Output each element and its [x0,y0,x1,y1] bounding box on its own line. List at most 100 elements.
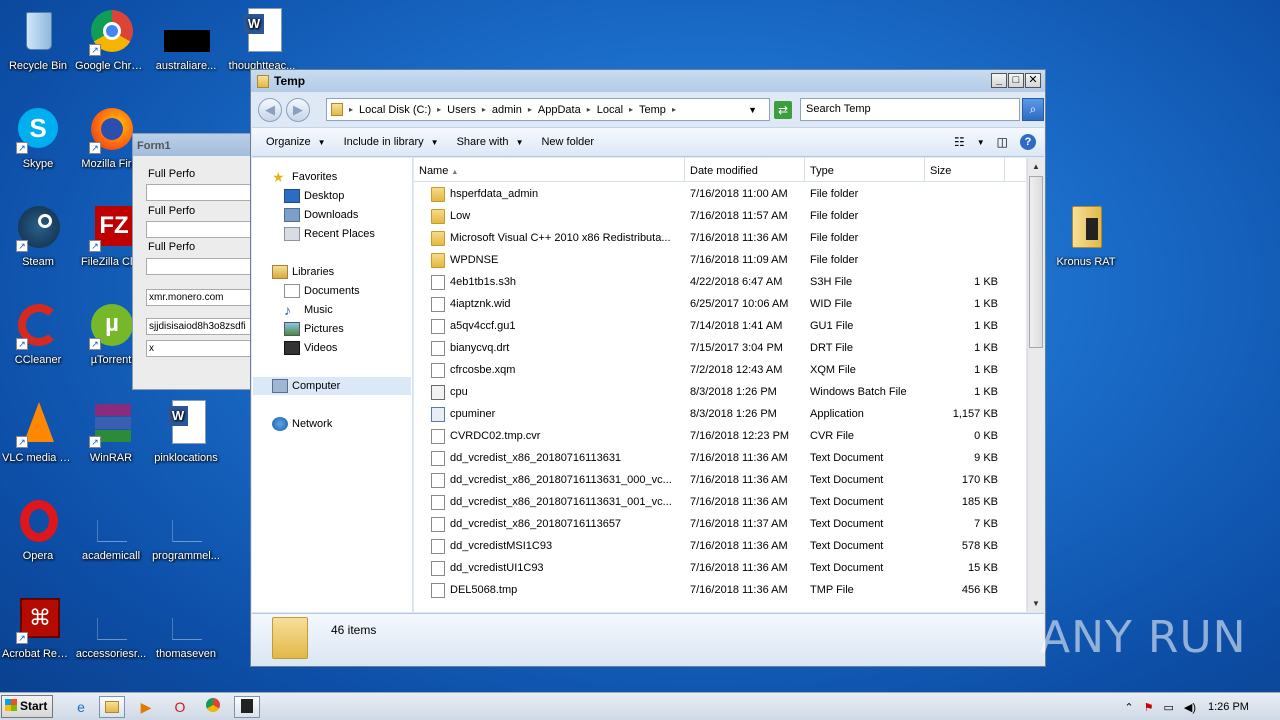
form1-wallet-input[interactable] [146,318,252,335]
address-dropdown-icon[interactable]: ▼ [748,105,757,115]
desktop-icon-kronus-rat[interactable]: Kronus RAT [1048,204,1124,269]
desktop-icon-steam[interactable]: ↗ Steam [0,204,76,269]
view-options-icon[interactable]: ☷ [954,135,965,149]
desktop-icon-chrome[interactable]: ↗ Google Chrome [73,8,149,73]
file-row[interactable]: cpuminer 8/3/2018 1:26 PM Application 1,157… [414,404,1026,426]
opera-taskbar-icon[interactable]: O [167,696,193,718]
scroll-up-icon[interactable]: ▲ [1028,158,1044,175]
file-row[interactable]: dd_vcredist_x86_20180716113631_001_vc...… [414,492,1026,514]
chrome-taskbar-icon[interactable] [200,696,226,718]
nav-desktop[interactable]: Desktop [284,189,344,203]
file-row[interactable]: CVRDC02.tmp.cvr 7/16/2018 12:23 PM CVR Fil… [414,426,1026,448]
file-row[interactable]: Microsoft Visual C++ 2010 x86 Redistribu… [414,228,1026,250]
chevron-right-icon[interactable]: ▸ [349,105,353,114]
file-row[interactable]: dd_vcredistUI1C93 7/16/2018 11:36 AM Text … [414,558,1026,580]
form1-pool-input[interactable] [146,289,252,306]
chevron-right-icon[interactable]: ▸ [482,105,486,114]
desktop-icon-pinklocations[interactable]: W pinklocations [148,400,224,465]
kronus-rat-taskbar-icon[interactable] [234,696,260,718]
organize-button[interactable]: Organize ▼ [266,136,326,148]
desktop-icon-ccleaner[interactable]: ↗ CCleaner [0,302,76,367]
back-button[interactable]: ◀ [258,98,282,122]
show-hidden-icons-icon[interactable]: ⌃ [1124,701,1133,714]
preview-pane-icon[interactable]: ◫ [997,135,1008,149]
chevron-right-icon[interactable]: ▸ [528,105,532,114]
desktop-icon-vlc[interactable]: ↗ VLC media player [0,400,76,465]
file-row[interactable]: WPDNSE 7/16/2018 11:09 AM File folder [414,250,1026,272]
share-with-button[interactable]: Share with ▼ [457,136,524,148]
column-type[interactable]: Type [805,158,925,182]
nav-network[interactable]: Network [272,417,332,431]
breadcrumb-admin[interactable]: admin [492,104,522,116]
file-row[interactable]: bianycvq.drt 7/15/2017 3:04 PM DRT File 1 K… [414,338,1026,360]
desktop-icon-opera[interactable]: Opera [0,498,76,563]
forward-button[interactable]: ▶ [286,98,310,122]
desktop-icon-winrar[interactable]: ↗ WinRAR [73,400,149,465]
chevron-right-icon[interactable]: ▸ [587,105,591,114]
file-row[interactable]: DEL5068.tmp 7/16/2018 11:36 AM TMP File 456… [414,580,1026,602]
form1-password-input[interactable] [146,340,252,357]
file-row[interactable]: Low 7/16/2018 11:57 AM File folder [414,206,1026,228]
file-row[interactable]: 4eb1tb1s.s3h 4/22/2018 6:47 AM S3H File 1 K… [414,272,1026,294]
file-row[interactable]: a5qv4ccf.gu1 7/14/2018 1:41 AM GU1 File 1 K… [414,316,1026,338]
breadcrumb-appdata[interactable]: AppData [538,104,581,116]
desktop-icon-recycle-bin[interactable]: Recycle Bin [0,8,76,73]
desktop-icon-skype[interactable]: S ↗ Skype [0,106,76,171]
nav-libraries[interactable]: Libraries [272,265,334,279]
maximize-button[interactable]: □ [1008,73,1024,88]
breadcrumb-temp[interactable]: Temp [639,104,666,116]
close-button[interactable]: ✕ [1025,73,1041,88]
address-bar[interactable]: ▸ Local Disk (C:) ▸ Users ▸ admin ▸ AppData… [326,98,770,121]
nav-computer[interactable]: Computer [253,377,411,395]
file-row[interactable]: dd_vcredist_x86_20180716113631_000_vc...… [414,470,1026,492]
breadcrumb-local[interactable]: Local [597,104,623,116]
chevron-right-icon[interactable]: ▸ [672,105,676,114]
form1-input-3[interactable] [146,258,252,275]
file-row[interactable]: dd_vcredistMSI1C93 7/16/2018 11:36 AM Text… [414,536,1026,558]
refresh-button[interactable]: ⇄ [774,101,792,119]
file-row[interactable]: cpu 8/3/2018 1:26 PM Windows Batch File 1 K… [414,382,1026,404]
nav-downloads[interactable]: Downloads [284,208,358,222]
breadcrumb-local-disk[interactable]: Local Disk (C:) [359,104,431,116]
chevron-right-icon[interactable]: ▸ [629,105,633,114]
desktop-icon-thoughtteac[interactable]: W thoughtteac... [224,8,300,73]
desktop-icon-programmel[interactable]: programmel... [148,498,224,563]
form1-input-1[interactable] [146,184,252,201]
nav-documents[interactable]: Documents [284,284,360,298]
form1-input-2[interactable] [146,221,252,238]
search-icon[interactable]: ⌕ [1022,98,1044,121]
column-date-modified[interactable]: Date modified [685,158,805,182]
form1-window[interactable]: Form1 Full Perfo Full Perfo Full Perfo [132,133,254,390]
nav-pictures[interactable]: Pictures [284,322,344,336]
media-player-icon[interactable]: ▶ [133,696,159,718]
file-row[interactable]: cfrcosbe.xqm 7/2/2018 12:43 AM XQM File 1 K… [414,360,1026,382]
desktop-icon-acrobat[interactable]: ⌘ ↗ Acrobat Reader DC [0,596,76,661]
network-tray-icon[interactable]: ▭ [1163,701,1173,714]
clock[interactable]: 1:26 PM [1208,701,1249,713]
desktop-icon-australiare[interactable]: australiare... [148,8,224,73]
nav-recent-places[interactable]: Recent Places [284,227,375,241]
explorer-window[interactable]: Temp _ □ ✕ ◀ ▶ ▸ Local Disk (C:) ▸ Users ▸… [250,69,1046,667]
minimize-button[interactable]: _ [991,73,1007,88]
file-row[interactable]: dd_vcredist_x86_20180716113657 7/16/2018 … [414,514,1026,536]
scrollbar-thumb[interactable] [1029,176,1043,348]
start-button[interactable]: Start [1,695,53,718]
nav-music[interactable]: ♪ Music [284,303,333,317]
file-explorer-icon[interactable] [99,696,125,718]
file-row[interactable]: hsperfdata_admin 7/16/2018 11:00 AM File f… [414,184,1026,206]
internet-explorer-icon[interactable]: e [68,696,94,718]
help-icon[interactable]: ? [1020,134,1036,150]
chevron-down-icon[interactable]: ▼ [977,138,985,147]
vertical-scrollbar[interactable]: ▲ ▼ [1027,158,1044,612]
file-row[interactable]: dd_vcredist_x86_20180716113631 7/16/2018 … [414,448,1026,470]
new-folder-button[interactable]: New folder [541,136,594,148]
action-center-icon[interactable]: ⚑ [1144,701,1154,714]
column-name[interactable]: Name ▲ [414,158,685,182]
nav-videos[interactable]: Videos [284,341,337,355]
file-row[interactable]: 4iaptznk.wid 6/25/2017 10:06 AM WID File 1 … [414,294,1026,316]
scroll-down-icon[interactable]: ▼ [1028,595,1044,612]
nav-favorites[interactable]: ★ Favorites [272,170,337,184]
column-size[interactable]: Size [925,158,1005,182]
desktop-icon-academicall[interactable]: academicall [73,498,149,563]
volume-icon[interactable]: ◀) [1184,701,1196,714]
